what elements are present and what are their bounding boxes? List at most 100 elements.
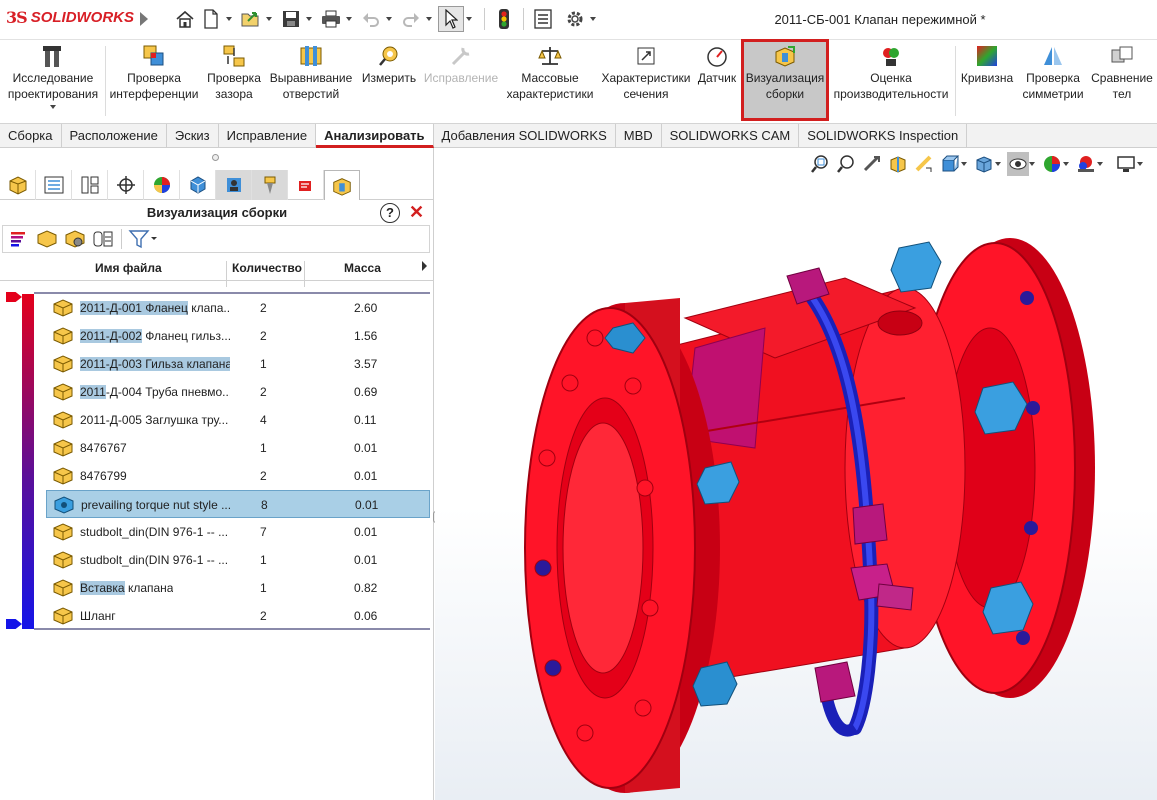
- component-quantity: 2: [260, 469, 267, 483]
- select-icon[interactable]: [438, 6, 464, 32]
- part-icon: [52, 327, 74, 348]
- dimxpert-tab-icon[interactable]: [108, 170, 144, 200]
- options-icon[interactable]: [562, 6, 588, 32]
- redo-icon[interactable]: [398, 6, 424, 32]
- print-icon[interactable]: [318, 6, 344, 32]
- hole-alignment-button[interactable]: Выравнивание отверстий: [267, 42, 355, 122]
- home-icon[interactable]: [172, 6, 198, 32]
- curvature-button[interactable]: Кривизна: [958, 42, 1016, 122]
- list-view-icon[interactable]: [5, 226, 33, 252]
- graphics-area[interactable]: [435, 148, 1157, 800]
- feature-manager-tab-icon[interactable]: [0, 170, 36, 200]
- property-manager-tab-icon[interactable]: [36, 170, 72, 200]
- ribbon-separator: [105, 46, 106, 116]
- options-dropdown-icon[interactable]: [590, 17, 596, 21]
- tab-mbd[interactable]: MBD: [616, 124, 662, 148]
- simulation-tab-icon[interactable]: [216, 170, 252, 200]
- open-dropdown-icon[interactable]: [266, 17, 272, 21]
- tab-solidworks-cam[interactable]: SOLIDWORKS CAM: [662, 124, 800, 148]
- column-header-quantity[interactable]: Количество: [232, 261, 302, 275]
- configuration-manager-tab-icon[interactable]: [72, 170, 108, 200]
- redo-dropdown-icon[interactable]: [426, 17, 432, 21]
- interference-check-button[interactable]: Проверка интерференции: [108, 42, 200, 122]
- tab-markup[interactable]: Исправление: [219, 124, 317, 148]
- component-row[interactable]: 2011-Д-003 Гильза клапана 1 3.57: [46, 350, 430, 378]
- component-file-name: Вставка клапана: [80, 581, 174, 595]
- appearance-tab-icon[interactable]: [180, 170, 216, 200]
- component-row[interactable]: studbolt_din(DIN 976-1 -- ... 7 0.01: [46, 518, 430, 546]
- file-properties-icon[interactable]: [530, 6, 556, 32]
- component-mass: 2.60: [354, 301, 378, 315]
- assembly-visualization-button[interactable]: Визуализация сборки: [741, 39, 829, 121]
- select-dropdown-icon[interactable]: [466, 17, 472, 21]
- fix-button[interactable]: Исправление: [421, 42, 501, 122]
- clearance-check-button[interactable]: Проверка зазора: [203, 42, 265, 122]
- column-header-mass[interactable]: Масса: [344, 261, 381, 275]
- tab-layout[interactable]: Расположение: [62, 124, 167, 148]
- tab-solidworks-inspection[interactable]: SOLIDWORKS Inspection: [799, 124, 968, 148]
- component-quantity: 4: [260, 413, 267, 427]
- component-mass: 0.69: [354, 385, 378, 399]
- undo-icon[interactable]: [358, 6, 384, 32]
- new-document-icon[interactable]: [198, 6, 224, 32]
- drill-feature-tab-icon[interactable]: [252, 170, 288, 200]
- light-slider-handle[interactable]: [6, 619, 22, 629]
- mass-properties-button[interactable]: Массовые характеристики: [503, 42, 597, 122]
- symmetry-check-button[interactable]: Проверка симметрии: [1018, 42, 1088, 122]
- sensor-button[interactable]: Датчик: [695, 42, 739, 122]
- component-row[interactable]: 2011-Д-005 Заглушка тру... 4 0.11: [46, 406, 430, 434]
- new-dropdown-icon[interactable]: [226, 17, 232, 21]
- component-row[interactable]: 2011-Д-001 Фланец клапа... 2 2.60: [46, 294, 430, 322]
- part-icon: [52, 607, 74, 628]
- valve-assembly-model[interactable]: [435, 148, 1157, 800]
- menu-expand-arrow-icon[interactable]: [140, 12, 148, 26]
- design-study-dropdown-icon[interactable]: [50, 105, 56, 109]
- tab-assembly[interactable]: Сборка: [0, 124, 62, 148]
- solidworks-logo[interactable]: 3S SOLIDWORKS: [6, 8, 134, 27]
- measure-icon: [379, 46, 398, 66]
- filter-icon[interactable]: [126, 226, 160, 252]
- column-header-name[interactable]: Имя файла: [95, 261, 162, 275]
- open-icon[interactable]: [238, 6, 264, 32]
- save-dropdown-icon[interactable]: [306, 17, 312, 21]
- markup-tab-icon[interactable]: [288, 170, 324, 200]
- assembly-visualization-panel: Визуализация сборки ? ✕ Имя файла Количе…: [0, 148, 434, 800]
- component-row[interactable]: prevailing torque nut style ... 8 0.01: [46, 490, 430, 518]
- save-icon[interactable]: [278, 6, 304, 32]
- nested-view-icon[interactable]: [61, 226, 89, 252]
- rebuild-icon[interactable]: [491, 6, 517, 32]
- section-properties-button[interactable]: Характеристики сечения: [598, 42, 694, 122]
- column-separator[interactable]: [304, 261, 305, 287]
- component-quantity: 2: [260, 301, 267, 315]
- column-options-icon[interactable]: [89, 226, 117, 252]
- column-separator[interactable]: [226, 261, 227, 287]
- tab-solidworks-addins[interactable]: Добавления SOLIDWORKS: [434, 124, 616, 148]
- close-icon[interactable]: ✕: [409, 202, 424, 222]
- display-manager-tab-icon[interactable]: [144, 170, 180, 200]
- undo-dropdown-icon[interactable]: [386, 17, 392, 21]
- design-study-button[interactable]: Исследование проектирования: [4, 42, 102, 122]
- heavy-slider-handle[interactable]: [6, 292, 22, 302]
- front-flange[interactable]: [524, 298, 720, 793]
- component-row[interactable]: 2011-Д-004 Труба пневмо... 2 0.69: [46, 378, 430, 406]
- tab-sketch[interactable]: Эскиз: [167, 124, 219, 148]
- panel-resize-grip[interactable]: [212, 154, 219, 161]
- tab-evaluate[interactable]: Анализировать: [316, 124, 434, 148]
- component-row[interactable]: studbolt_din(DIN 976-1 -- ... 1 0.01: [46, 546, 430, 574]
- print-dropdown-icon[interactable]: [346, 17, 352, 21]
- component-row[interactable]: 2011-Д-002 Фланец гильз... 2 1.56: [46, 322, 430, 350]
- component-row[interactable]: 8476799 2 0.01: [46, 462, 430, 490]
- performance-evaluation-label: Оценка производительности: [833, 71, 949, 101]
- more-columns-arrow-icon[interactable]: [422, 261, 427, 271]
- help-icon[interactable]: ?: [380, 203, 400, 223]
- performance-evaluation-button[interactable]: Оценка производительности: [830, 42, 952, 122]
- measure-button[interactable]: Измерить: [358, 42, 420, 122]
- component-quantity: 2: [260, 609, 267, 623]
- assembly-visualization-tab-icon[interactable]: [324, 170, 360, 200]
- component-row[interactable]: Шланг 2 0.06: [46, 602, 430, 630]
- panel-tabs: [0, 170, 434, 200]
- compare-bodies-button[interactable]: Сравнение тел: [1090, 42, 1154, 122]
- component-row[interactable]: 8476767 1 0.01: [46, 434, 430, 462]
- component-row[interactable]: Вставка клапана 1 0.82: [46, 574, 430, 602]
- flat-parts-view-icon[interactable]: [33, 226, 61, 252]
